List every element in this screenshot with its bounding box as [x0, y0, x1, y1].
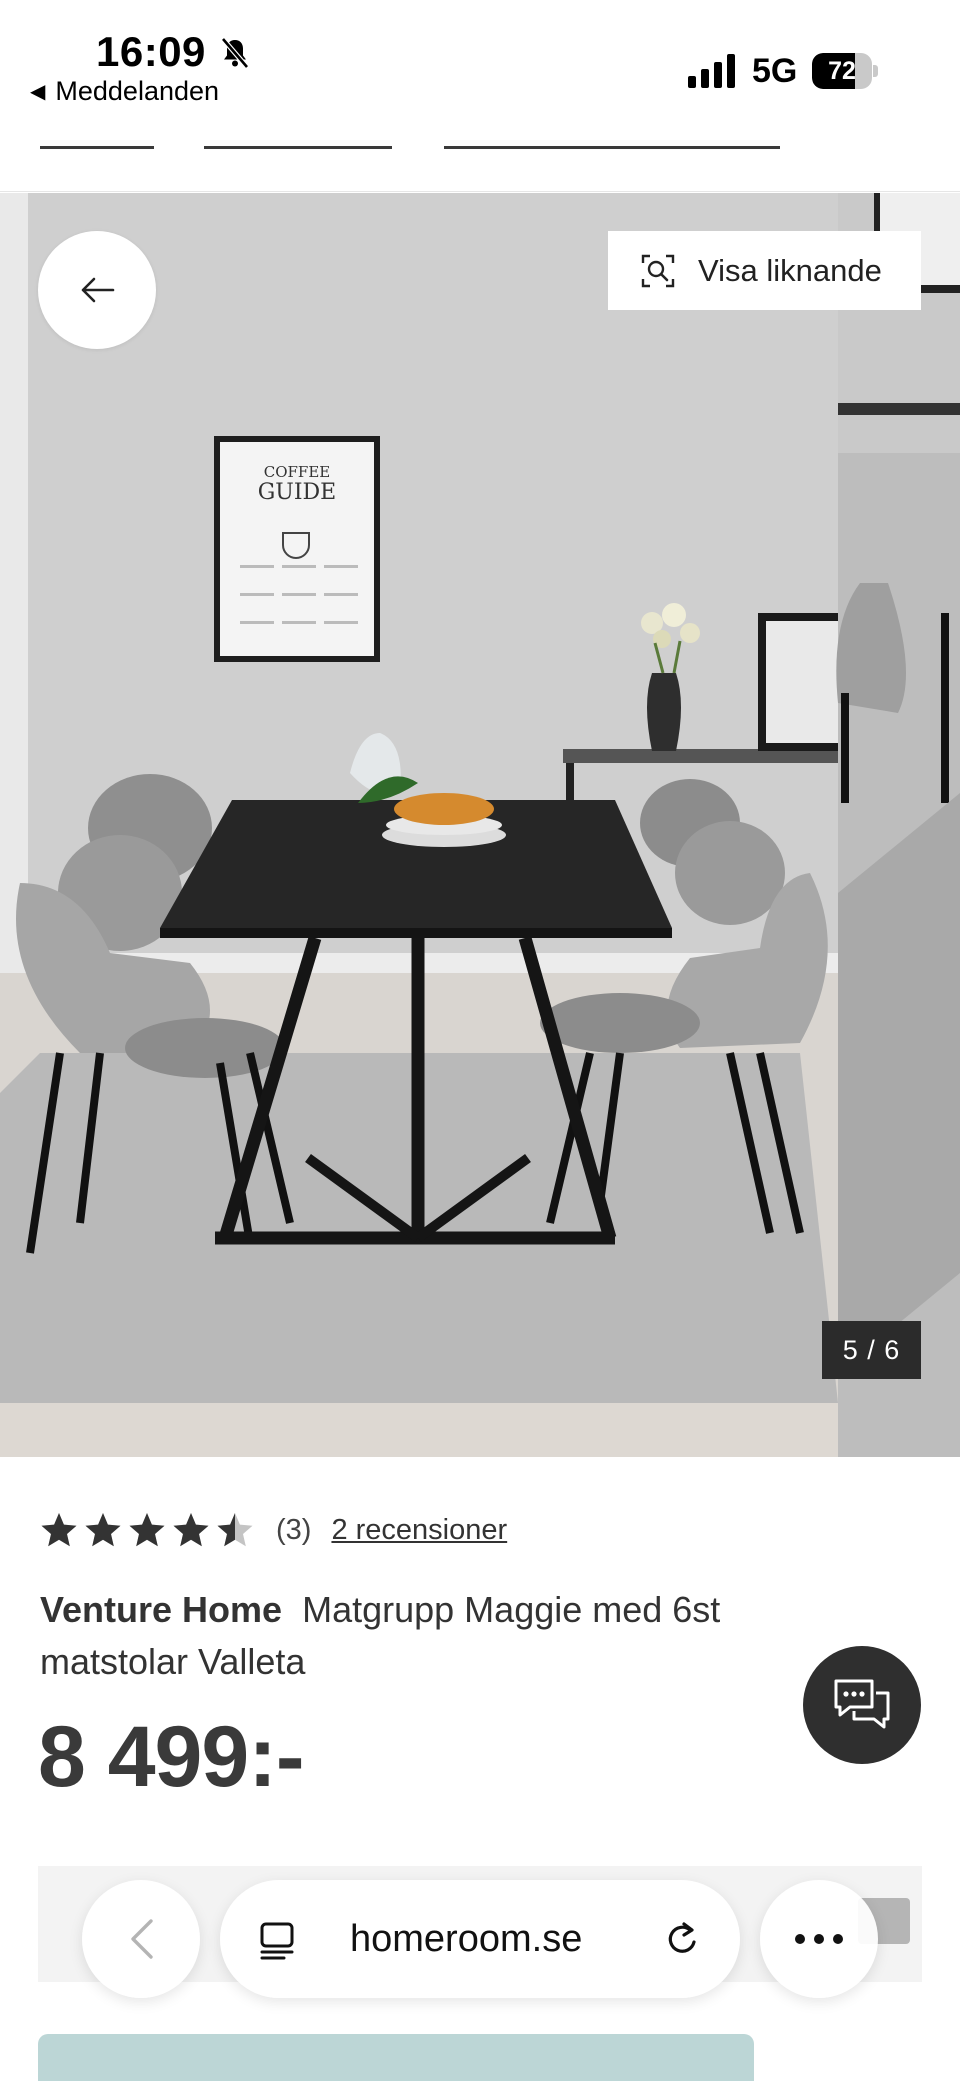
battery-icon: 72	[812, 53, 878, 89]
signal-icon	[688, 54, 735, 88]
back-triangle-icon: ◀	[30, 81, 46, 103]
back-app-label: Meddelanden	[55, 76, 220, 106]
address-bar[interactable]: homeroom.se	[220, 1880, 740, 1998]
poster-title-line2: GUIDE	[258, 480, 337, 505]
battery-percent: 72	[828, 57, 856, 85]
more-dots-icon	[795, 1934, 843, 1944]
star-rating	[40, 1511, 254, 1549]
nav-link-underline[interactable]	[40, 146, 154, 149]
chat-bubbles-icon	[834, 1679, 890, 1729]
reload-icon[interactable]	[660, 1918, 704, 1962]
product-title: Venture Home Matgrupp Maggie med 6st mat…	[40, 1584, 800, 1688]
similar-items-button[interactable]: Visa liknande	[608, 231, 921, 310]
bell-slash-icon	[221, 37, 249, 69]
star-icon	[129, 1513, 165, 1547]
product-image-gallery[interactable]: COFFEE GUIDE Visa liknande 5 / 6	[0, 193, 960, 1457]
back-to-app-link[interactable]: ◀ Meddelanden	[30, 76, 219, 107]
star-icon	[173, 1513, 209, 1547]
reviews-link[interactable]: 2 recensioner	[331, 1514, 507, 1547]
address-text: homeroom.se	[350, 1918, 583, 1960]
rating-row: (3) 2 recensioner	[40, 1510, 507, 1550]
status-bar: 16:09 ◀ Meddelanden 5G 72	[0, 0, 960, 112]
add-to-cart-area[interactable]	[38, 2034, 754, 2081]
back-button[interactable]	[38, 231, 156, 349]
product-photo: COFFEE GUIDE	[0, 193, 960, 1457]
nav-strip	[0, 112, 960, 192]
arrow-left-icon	[81, 277, 115, 303]
nav-link-underline[interactable]	[444, 146, 780, 149]
chat-button[interactable]	[803, 1646, 921, 1764]
similar-items-label: Visa liknande	[698, 252, 882, 288]
browser-back-button[interactable]	[82, 1880, 200, 1998]
network-label: 5G	[752, 52, 798, 90]
visual-search-icon	[641, 254, 675, 287]
image-counter: 5 / 6	[822, 1321, 921, 1379]
star-icon	[41, 1513, 77, 1547]
rating-count: (3)	[276, 1513, 312, 1546]
product-brand[interactable]: Venture Home	[40, 1589, 282, 1630]
nav-link-underline[interactable]	[204, 146, 392, 149]
poster-title-line1: COFFEE	[264, 463, 331, 481]
star-icon	[85, 1513, 121, 1547]
star-icon	[217, 1513, 253, 1547]
tabs-icon	[260, 1922, 294, 1960]
chevron-left-icon	[131, 1919, 153, 1959]
status-time: 16:09	[96, 28, 206, 75]
product-price: 8 499:-	[38, 1709, 304, 1805]
more-options-button[interactable]	[760, 1880, 878, 1998]
